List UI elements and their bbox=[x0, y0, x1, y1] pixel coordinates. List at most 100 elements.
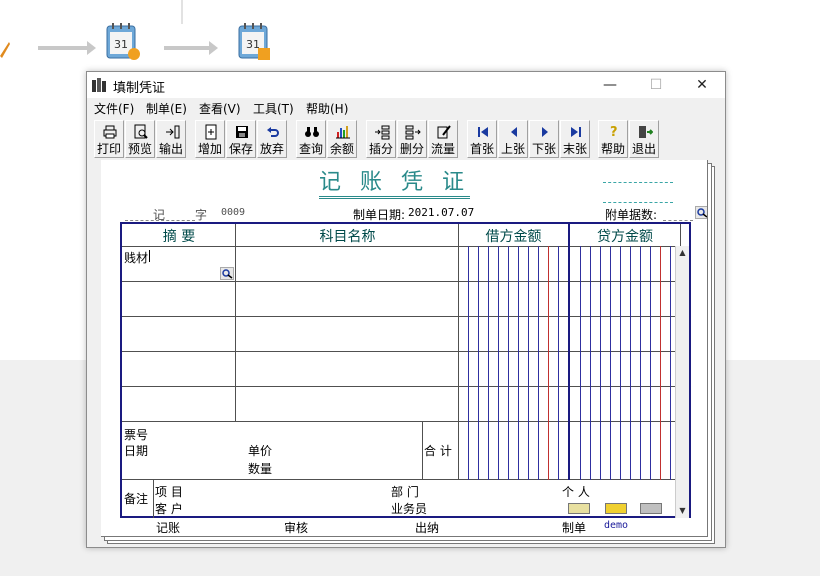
debit-digit-line bbox=[478, 246, 479, 480]
printer-icon bbox=[103, 125, 117, 139]
debit-digit-line bbox=[518, 246, 519, 480]
preview-button[interactable]: 预览 bbox=[125, 120, 155, 158]
menu-help[interactable]: 帮助(H) bbox=[306, 100, 348, 117]
quantity-label: 数量 bbox=[248, 462, 273, 476]
credit-digit-line bbox=[610, 246, 611, 480]
books-icon bbox=[92, 78, 106, 92]
column-divider bbox=[568, 224, 570, 480]
debit-digit-line bbox=[498, 246, 499, 480]
delete-line-button[interactable]: 删分 bbox=[397, 120, 427, 158]
credit-digit-line bbox=[650, 246, 651, 480]
preparer-name: demo bbox=[604, 520, 629, 531]
remark-label: 备注 bbox=[124, 492, 149, 506]
last-voucher-button[interactable]: 末张 bbox=[560, 120, 590, 158]
ticket-label: 票号 bbox=[124, 428, 149, 442]
summary-column-header: 摘 要 bbox=[162, 229, 196, 245]
header-divider bbox=[122, 246, 680, 247]
menu-file[interactable]: 文件(F) bbox=[94, 100, 134, 117]
remark-divider bbox=[153, 480, 154, 518]
row-divider bbox=[122, 316, 680, 317]
menu-voucher[interactable]: 制单(E) bbox=[146, 100, 187, 117]
debit-digit-line bbox=[468, 246, 469, 480]
window-title: 填制凭证 bbox=[113, 81, 166, 96]
menu-view[interactable]: 查看(V) bbox=[199, 100, 241, 117]
attachment-label: 附单据数: bbox=[605, 208, 658, 222]
voucher-entry-grid: 摘 要 科目名称 借方金额 贷方金额 贱材 票号 日期 单价 数量 合 计 备注… bbox=[120, 222, 691, 518]
export-button[interactable]: 输出 bbox=[156, 120, 186, 158]
reviewer-label: 审核 bbox=[284, 521, 309, 535]
account-column-header: 科目名称 bbox=[319, 229, 376, 245]
debit-decimal-line bbox=[548, 246, 549, 480]
total-label-divider bbox=[422, 422, 423, 480]
debit-digit-line bbox=[488, 246, 489, 480]
save-button[interactable]: 保存 bbox=[226, 120, 256, 158]
export-icon bbox=[166, 125, 180, 139]
svg-text:31: 31 bbox=[114, 38, 128, 51]
menu-tools[interactable]: 工具(T) bbox=[253, 100, 294, 117]
debit-digit-line bbox=[528, 246, 529, 480]
header-dash-line bbox=[603, 182, 673, 183]
summary-search-icon[interactable] bbox=[220, 267, 234, 280]
undo-icon bbox=[267, 127, 279, 137]
unit-price-label: 单价 bbox=[248, 444, 273, 458]
voucher-paper: 记 账 凭 证 记 字 0009 制单日期: 2021.07.07 附单据数: … bbox=[101, 160, 708, 537]
previous-icon bbox=[511, 127, 517, 137]
print-button[interactable]: 打印 bbox=[94, 120, 124, 158]
insert-row-icon bbox=[375, 125, 390, 140]
exit-button[interactable]: 退出 bbox=[629, 120, 659, 158]
row-divider bbox=[122, 421, 680, 422]
customer-label: 客 户 bbox=[155, 502, 183, 516]
list-icon[interactable] bbox=[568, 503, 590, 514]
credit-digit-line bbox=[640, 246, 641, 480]
pencil-icon[interactable] bbox=[640, 503, 662, 514]
calendar-icon[interactable]: 31 bbox=[236, 20, 272, 64]
svg-text:31: 31 bbox=[246, 38, 260, 51]
total-label: 合 计 bbox=[424, 444, 452, 458]
attachment-search-icon[interactable] bbox=[695, 206, 707, 219]
previous-voucher-button[interactable]: 上张 bbox=[498, 120, 528, 158]
binoculars-icon bbox=[305, 127, 319, 137]
scroll-down-arrow[interactable]: ▼ bbox=[676, 504, 689, 518]
next-voucher-button[interactable]: 下张 bbox=[529, 120, 559, 158]
discard-button[interactable]: 放弃 bbox=[257, 120, 287, 158]
credit-digit-line bbox=[590, 246, 591, 480]
voucher-title: 记 账 凭 证 bbox=[319, 170, 470, 199]
cash-flow-button[interactable]: 流量 bbox=[428, 120, 458, 158]
debit-digit-line bbox=[538, 246, 539, 480]
credit-digit-line bbox=[670, 246, 671, 480]
row1-summary-input[interactable]: 贱材 bbox=[124, 249, 148, 266]
type-underline bbox=[125, 220, 195, 221]
first-icon bbox=[478, 127, 488, 137]
column-divider bbox=[458, 224, 459, 480]
calendar-icon[interactable]: 31 bbox=[104, 20, 140, 64]
bar-chart-icon bbox=[336, 126, 350, 139]
credit-decimal-line bbox=[660, 246, 661, 480]
row-divider bbox=[122, 281, 680, 282]
insert-line-button[interactable]: 插分 bbox=[366, 120, 396, 158]
total-divider bbox=[122, 479, 680, 480]
delete-row-icon bbox=[405, 125, 421, 140]
grid-scrollbar[interactable]: ▲ ▼ bbox=[675, 246, 689, 518]
salesperson-label: 业务员 bbox=[391, 502, 428, 516]
person-label: 个 人 bbox=[562, 485, 590, 499]
date-label: 制单日期: bbox=[353, 208, 406, 222]
last-icon bbox=[571, 127, 581, 137]
card-icon[interactable] bbox=[605, 503, 627, 514]
close-button[interactable]: ✕ bbox=[679, 72, 725, 98]
balance-button[interactable]: 余额 bbox=[327, 120, 357, 158]
voucher-number[interactable]: 0009 bbox=[221, 207, 245, 218]
help-button[interactable]: ? 帮助 bbox=[598, 120, 628, 158]
query-button[interactable]: 查询 bbox=[296, 120, 326, 158]
flow-arrow bbox=[38, 41, 96, 55]
maximize-button[interactable]: ☐ bbox=[633, 72, 679, 98]
row-divider bbox=[122, 386, 680, 387]
first-voucher-button[interactable]: 首张 bbox=[467, 120, 497, 158]
scroll-up-arrow[interactable]: ▲ bbox=[676, 246, 689, 260]
flow-connector bbox=[181, 0, 183, 24]
add-button[interactable]: 增加 bbox=[195, 120, 225, 158]
minimize-button[interactable]: — bbox=[587, 72, 633, 98]
attachment-underline bbox=[663, 220, 693, 221]
edit-document-icon bbox=[437, 125, 451, 139]
debit-digit-line bbox=[558, 246, 559, 480]
voucher-date[interactable]: 2021.07.07 bbox=[408, 206, 474, 219]
